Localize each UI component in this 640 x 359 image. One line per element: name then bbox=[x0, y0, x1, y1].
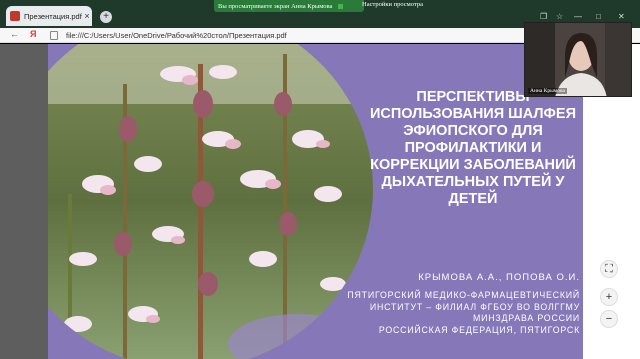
webcam-video[interactable]: Анна Крымова bbox=[524, 22, 632, 97]
screen-share-bar: Вы просматриваете экран Анна Крымова bbox=[214, 0, 364, 12]
view-settings-link[interactable]: Настройки просмотра bbox=[362, 1, 423, 8]
file-icon bbox=[50, 31, 58, 40]
zoom-out-button[interactable]: − bbox=[600, 310, 618, 328]
presentation-slide: Перспективы использования шалфея эфиопск… bbox=[48, 44, 583, 359]
pdf-icon bbox=[10, 11, 20, 21]
participant-video-image bbox=[525, 23, 631, 96]
fit-page-button[interactable]: ⛶ bbox=[600, 260, 618, 278]
screen-share-notice: Вы просматриваете экран Анна Крымова bbox=[218, 2, 333, 10]
share-status-icon bbox=[338, 3, 344, 9]
zoom-in-button[interactable]: + bbox=[600, 288, 618, 306]
institution-line: Минздрава России bbox=[473, 313, 580, 323]
institution-line: Российская Федерация, Пятигорск bbox=[378, 324, 580, 335]
minimize-icon[interactable]: — bbox=[574, 12, 582, 21]
new-tab-button[interactable]: + bbox=[100, 11, 112, 23]
restore-icon[interactable]: ❐ bbox=[540, 12, 547, 21]
institution-line: Пятигорский медико-фармацевтический bbox=[347, 290, 580, 300]
tab-presentation[interactable]: Презентация.pdf bbox=[6, 6, 92, 26]
participant-name: Анна Крымова bbox=[528, 88, 567, 94]
slide-institution: Пятигорский медико-фармацевтический инст… bbox=[288, 290, 580, 336]
maximize-icon[interactable]: □ bbox=[596, 12, 601, 21]
slide-authors: Крымова А.А., Попова О.И. bbox=[418, 272, 580, 283]
close-window-icon[interactable]: ✕ bbox=[618, 12, 625, 21]
tab-title: Презентация.pdf bbox=[24, 11, 82, 21]
back-icon[interactable]: ← bbox=[10, 29, 19, 39]
institution-line: институт – филиал ФГБОУ ВО ВолгГМУ bbox=[369, 301, 580, 312]
yandex-logo[interactable]: Я bbox=[30, 29, 36, 39]
slide-title: Перспективы использования шалфея эфиопск… bbox=[369, 89, 577, 207]
url-field[interactable]: file:///C:/Users/User/OneDrive/Рабочий%2… bbox=[66, 31, 287, 40]
bookmark-icon[interactable]: ☆ bbox=[556, 12, 563, 21]
tab-close-icon[interactable]: × bbox=[82, 11, 92, 21]
